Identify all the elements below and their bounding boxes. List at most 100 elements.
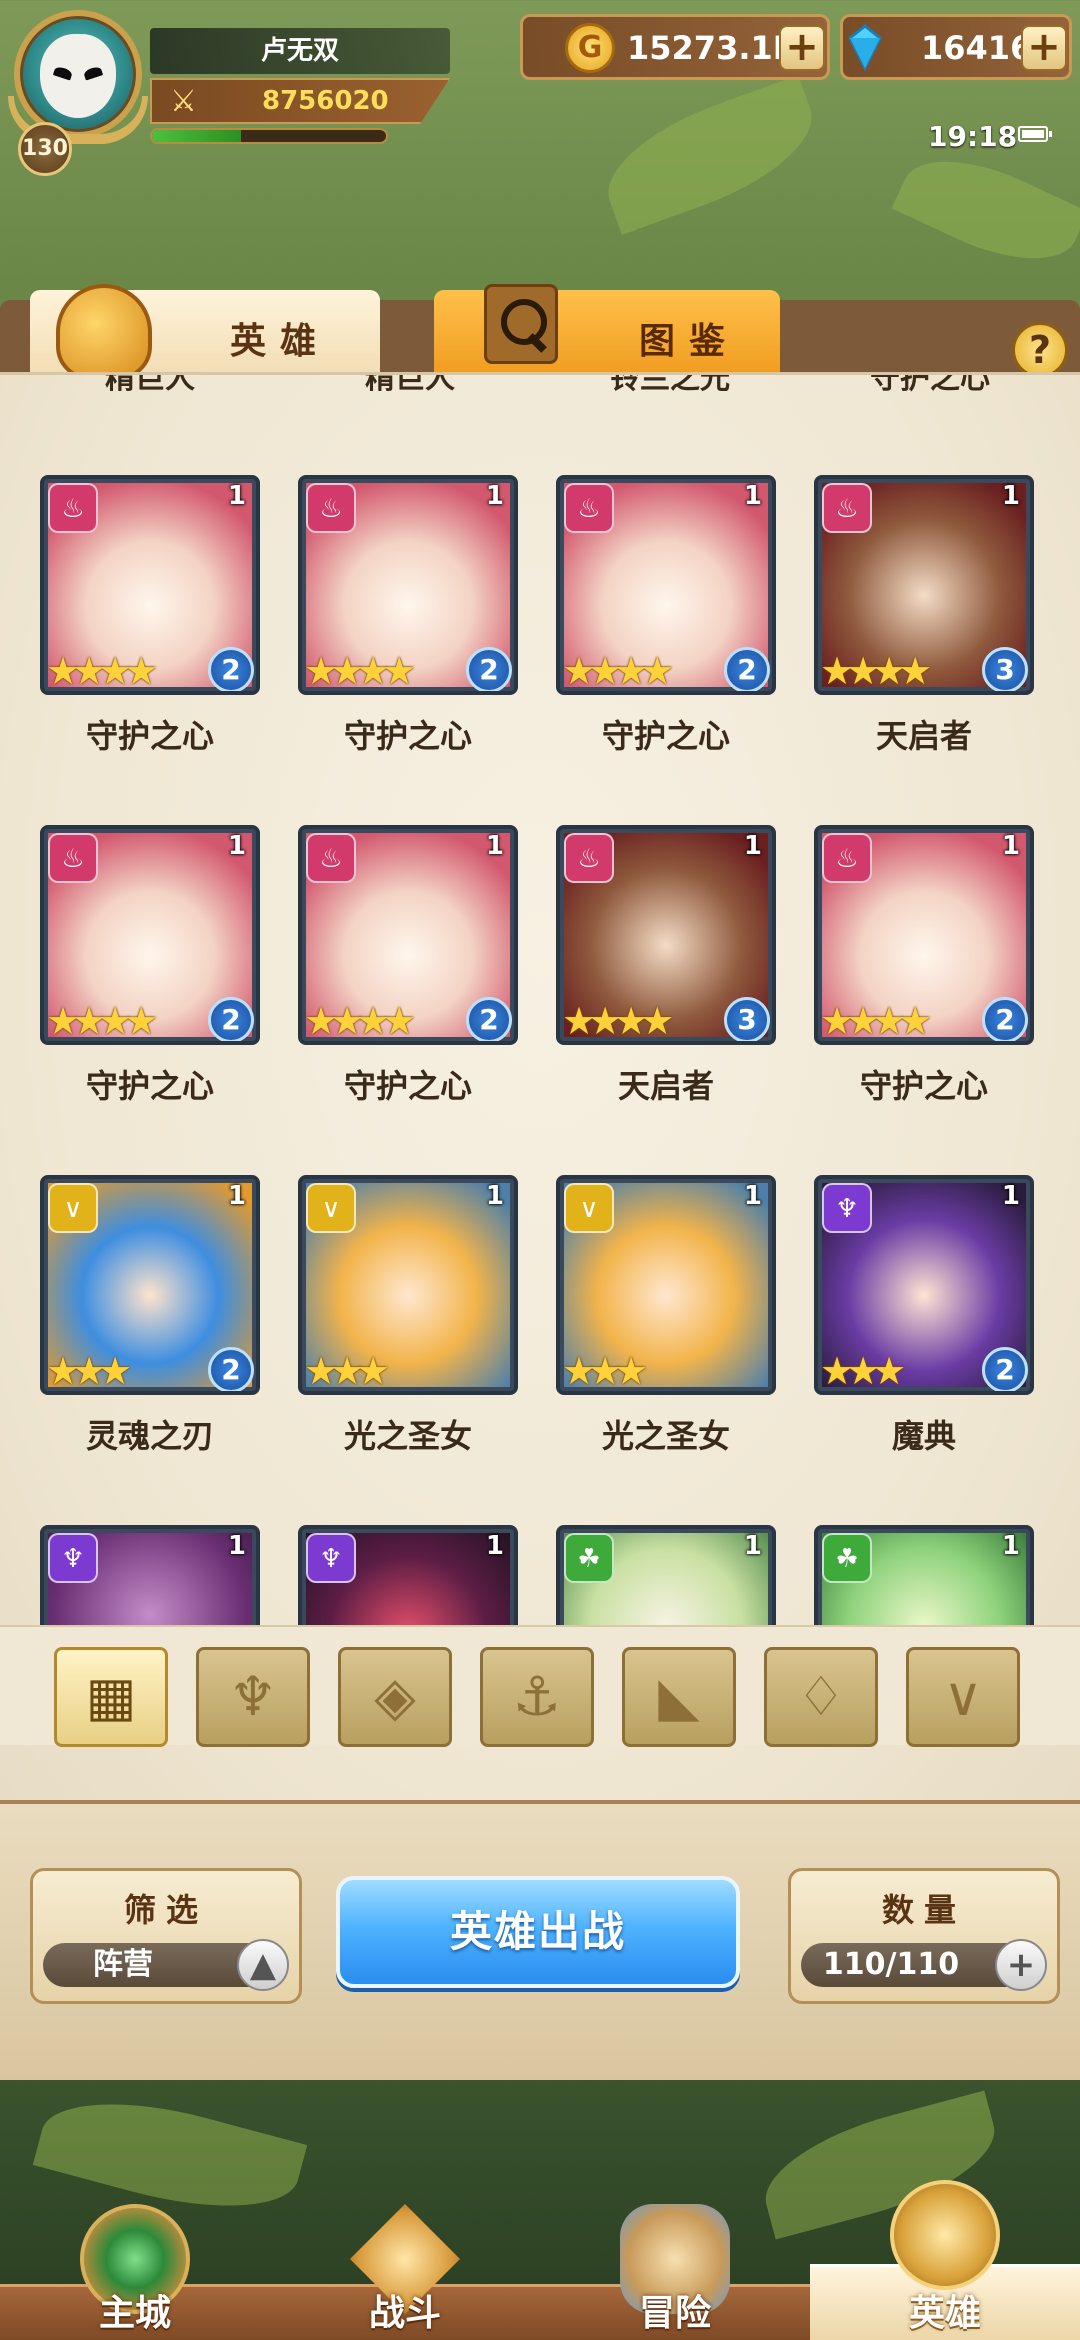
- flame-faction-icon[interactable]: ♆: [196, 1647, 310, 1747]
- hero-card[interactable]: ♨ 1 ★★★★ 2: [556, 475, 776, 695]
- hero-name: 守护之心: [859, 1067, 988, 1105]
- hero-name: 守护之心: [85, 717, 214, 755]
- pink-faction-icon: ♨: [564, 833, 614, 883]
- hero-controls: 筛选 阵营 ▲ 英雄出战 数量 110/110 +: [0, 1800, 1080, 2080]
- gold-value: 15273.1K: [627, 29, 798, 67]
- beast-faction-icon[interactable]: ◣: [622, 1647, 736, 1747]
- purple-faction-icon: ♆: [306, 1533, 356, 1583]
- hero-card[interactable]: ♨ 1 ★★★★ 2: [40, 825, 260, 1045]
- hero-card[interactable]: ☘ 1: [556, 1525, 776, 1625]
- star-rating: ★★★★: [46, 999, 158, 1043]
- pink-faction-icon: ♨: [822, 483, 872, 533]
- hero-card[interactable]: ♨ 1 ★★★★ 3: [556, 825, 776, 1045]
- hero-card[interactable]: ♨ 1 ★★★★ 2: [298, 825, 518, 1045]
- combat-power-bar: ⚔ 8756020: [150, 78, 450, 124]
- star-rating: ★★★★: [820, 999, 932, 1043]
- hero-card[interactable]: ♆ 1: [40, 1525, 260, 1625]
- player-avatar[interactable]: 130: [8, 4, 148, 176]
- hero-grade-badge: 2: [466, 647, 512, 691]
- nav-label: 冒险: [638, 2293, 711, 2334]
- star-rating: ★★★★: [562, 649, 674, 693]
- hero-name: 精巨人: [105, 375, 195, 396]
- hero-card[interactable]: ☘ 1: [814, 1525, 1034, 1625]
- hero-level: 1: [743, 1531, 762, 1561]
- hero-name: 守护之心: [601, 717, 730, 755]
- nav-item-heroes[interactable]: 英雄: [810, 2180, 1080, 2340]
- background-foliage: [891, 135, 1080, 285]
- hero-name: 光之圣女: [343, 1417, 472, 1455]
- star-rating: ★★★★: [304, 649, 416, 693]
- dark-faction-icon[interactable]: ♢: [764, 1647, 878, 1747]
- filter-value: 阵营: [93, 1947, 153, 1982]
- nav-item-city[interactable]: 主城: [0, 2204, 270, 2340]
- hero-card[interactable]: ∨ 1 ★★★ 2: [40, 1175, 260, 1395]
- hero-name: 魔典: [891, 1417, 956, 1455]
- hero-level: 1: [227, 1181, 246, 1211]
- bottom-navigation: 主城 战斗 冒险 英雄: [0, 2080, 1080, 2340]
- hero-level: 1: [485, 1531, 504, 1561]
- gem-icon: [848, 24, 882, 72]
- hero-card[interactable]: ♨ 1 ★★★★ 2: [40, 475, 260, 695]
- hero-card[interactable]: ∨ 1 ★★★: [556, 1175, 776, 1395]
- light-faction-icon[interactable]: ∨: [906, 1647, 1020, 1747]
- help-button[interactable]: ?: [1012, 322, 1068, 378]
- hero-name: 铃兰之光: [610, 375, 730, 396]
- star-rating: ★★★: [820, 1349, 906, 1393]
- pink-faction-icon: ♨: [48, 833, 98, 883]
- hero-grade-badge: 2: [724, 647, 770, 691]
- hero-grade-badge: 2: [208, 997, 254, 1041]
- star-rating: ★★★★: [46, 649, 158, 693]
- diamond-faction-icon[interactable]: ◈: [338, 1647, 452, 1747]
- hero-grade-badge: 2: [208, 647, 254, 691]
- nav-item-adventure[interactable]: 冒险: [540, 2204, 810, 2340]
- hero-icon: [890, 2180, 1000, 2290]
- hero-card[interactable]: ♨ 1 ★★★★ 3: [814, 475, 1034, 695]
- gem-value: 16416: [921, 29, 1033, 67]
- gold-coin-icon: G: [565, 23, 615, 73]
- hero-name: 天启者: [875, 717, 972, 755]
- hero-card[interactable]: ∨ 1 ★★★: [298, 1175, 518, 1395]
- hero-name: 灵魂之刃: [85, 1417, 214, 1455]
- hero-card[interactable]: ♨ 1 ★★★★ 2: [814, 825, 1034, 1045]
- chevron-up-icon[interactable]: ▲: [237, 1939, 289, 1991]
- expand-capacity-button[interactable]: +: [995, 1939, 1047, 1991]
- hero-level: 1: [743, 1181, 762, 1211]
- hero-grade-badge: 2: [208, 1347, 254, 1391]
- clock-time: 19:18: [928, 120, 1018, 153]
- tab-heroes[interactable]: 英雄: [30, 284, 380, 380]
- battery-icon: [1018, 126, 1052, 142]
- green-faction-icon: ☘: [822, 1533, 872, 1583]
- crossed-swords-icon: ⚔: [170, 84, 197, 119]
- hero-grid[interactable]: 精巨人 精巨人 铃兰之光 守护之心 ♨ 1 ★★★★ 2 守护之心 ♨ 1 ★★★★ 2 守护之心…: [0, 375, 1080, 1625]
- add-gems-button[interactable]: +: [1021, 25, 1067, 71]
- player-name: 卢无双: [150, 28, 450, 74]
- hero-level: 1: [227, 481, 246, 511]
- deploy-heroes-button[interactable]: 英雄出战: [336, 1876, 740, 1988]
- nav-item-battle[interactable]: 战斗: [270, 2204, 540, 2340]
- star-rating: ★★★★: [304, 999, 416, 1043]
- yellow-faction-icon: ∨: [48, 1183, 98, 1233]
- nav-label: 英雄: [908, 2293, 981, 2334]
- hero-name: 守护之心: [343, 717, 472, 755]
- hero-grade-badge: 2: [982, 1347, 1028, 1391]
- pink-faction-icon: ♨: [822, 833, 872, 883]
- experience-fill: [152, 130, 241, 142]
- hero-card[interactable]: ♆ 1: [298, 1525, 518, 1625]
- hero-card[interactable]: ♆ 1 ★★★ 2: [814, 1175, 1034, 1395]
- hero-level: 1: [485, 1181, 504, 1211]
- hero-grade-badge: 2: [466, 997, 512, 1041]
- add-gold-button[interactable]: +: [779, 25, 825, 71]
- hero-name: 守护之心: [343, 1067, 472, 1105]
- star-rating: ★★★★: [562, 999, 674, 1043]
- grid-icon[interactable]: ▦: [54, 1647, 168, 1747]
- hero-level: 1: [1001, 1531, 1020, 1561]
- purple-faction-icon: ♆: [48, 1533, 98, 1583]
- magnifier-icon: [484, 284, 558, 364]
- tab-codex[interactable]: 图鉴: [434, 284, 780, 380]
- hero-card[interactable]: ♨ 1 ★★★★ 2: [298, 475, 518, 695]
- star-rating: ★★★: [562, 1349, 648, 1393]
- anchor-faction-icon[interactable]: ⚓: [480, 1647, 594, 1747]
- hero-level: 1: [1001, 1181, 1020, 1211]
- hero-level: 1: [485, 831, 504, 861]
- cut-off-names-row: 精巨人 精巨人 铃兰之光 守护之心: [0, 375, 1080, 396]
